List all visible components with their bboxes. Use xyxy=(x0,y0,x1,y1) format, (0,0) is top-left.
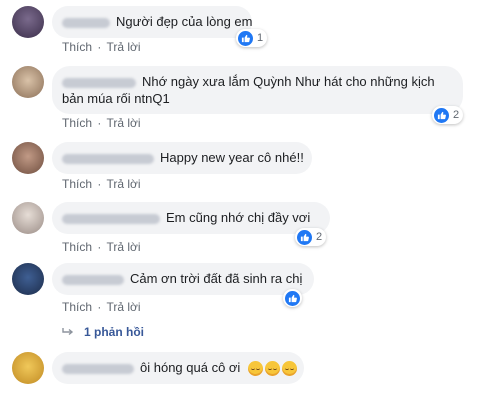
comment-text: ôi hóng quá cô ơi xyxy=(140,360,241,375)
smiling-face-emoji xyxy=(264,361,280,377)
comment-actions: Thích · Trả lời xyxy=(62,300,141,314)
comment-text: Em cũng nhớ chị đầy vơi xyxy=(166,210,311,225)
like-link[interactable]: Thích xyxy=(62,40,92,54)
avatar[interactable] xyxy=(12,202,44,234)
avatar[interactable] xyxy=(12,6,44,38)
comment-text: Happy new year cô nhé!! xyxy=(160,150,304,165)
smiling-face-emoji xyxy=(281,361,297,377)
like-link[interactable]: Thích xyxy=(62,116,92,130)
comment-actions: Thích · Trả lời xyxy=(62,240,141,254)
comment-bubble: Happy new year cô nhé!! xyxy=(52,142,312,174)
like-count: 2 xyxy=(316,231,323,243)
comment-bubble: Nhớ ngày xưa lắm Quỳnh Như hát cho những… xyxy=(52,66,463,114)
like-link[interactable]: Thích xyxy=(62,300,92,314)
separator: · xyxy=(97,240,102,254)
comment-text: Cảm ơn trời đất đã sinh ra chị xyxy=(130,271,303,286)
like-link[interactable]: Thích xyxy=(62,177,92,191)
commenter-name[interactable] xyxy=(62,213,160,224)
reply-link[interactable]: Trả lời xyxy=(106,300,140,314)
comment-bubble: Em cũng nhớ chị đầy vơi xyxy=(52,202,330,234)
separator: · xyxy=(97,177,102,191)
separator: · xyxy=(97,116,102,130)
thumbs-up-icon xyxy=(297,229,312,245)
commenter-name[interactable] xyxy=(62,77,136,88)
like-count: 1 xyxy=(257,32,264,44)
view-replies-link[interactable]: 1 phản hồi xyxy=(62,325,144,339)
reaction-count[interactable]: 2 xyxy=(432,106,464,124)
thumbs-up-icon xyxy=(238,30,253,46)
avatar[interactable] xyxy=(12,263,44,295)
commenter-name[interactable] xyxy=(62,274,124,285)
like-count: 2 xyxy=(453,109,460,121)
commenter-name[interactable] xyxy=(62,17,110,28)
commenter-name[interactable] xyxy=(62,153,154,164)
comment-actions: Thích · Trả lời xyxy=(62,40,141,54)
comment-actions: Thích · Trả lời xyxy=(62,177,141,191)
reaction-count[interactable] xyxy=(283,289,302,307)
reply-link[interactable]: Trả lời xyxy=(106,240,140,254)
reaction-count[interactable]: 1 xyxy=(236,29,268,47)
commenter-name[interactable] xyxy=(62,363,134,374)
reply-link[interactable]: Trả lời xyxy=(106,40,140,54)
replies-count-text: 1 phản hồi xyxy=(84,325,144,339)
comment-bubble: Cảm ơn trời đất đã sinh ra chị xyxy=(52,263,314,295)
comment-text-line-2: bản múa rối ntnQ1 xyxy=(62,91,170,106)
reply-arrow-icon xyxy=(62,327,74,337)
like-link[interactable]: Thích xyxy=(62,240,92,254)
comment-text-line-1: Nhớ ngày xưa lắm Quỳnh Như hát cho những… xyxy=(142,74,435,89)
comment-actions: Thích · Trả lời xyxy=(62,116,141,130)
separator: · xyxy=(97,300,102,314)
smiling-face-emoji xyxy=(247,361,263,377)
thumbs-up-icon xyxy=(285,290,300,306)
avatar[interactable] xyxy=(12,66,44,98)
comment-bubble: Người đẹp của lòng em xyxy=(52,6,252,38)
reaction-count[interactable]: 2 xyxy=(295,228,327,246)
separator: · xyxy=(97,40,102,54)
comment-text: Người đẹp của lòng em xyxy=(116,14,253,29)
reply-link[interactable]: Trả lời xyxy=(106,177,140,191)
avatar[interactable] xyxy=(12,142,44,174)
avatar[interactable] xyxy=(12,352,44,384)
reply-link[interactable]: Trả lời xyxy=(106,116,140,130)
comment-bubble: ôi hóng quá cô ơi xyxy=(52,352,304,384)
thumbs-up-icon xyxy=(434,107,449,123)
